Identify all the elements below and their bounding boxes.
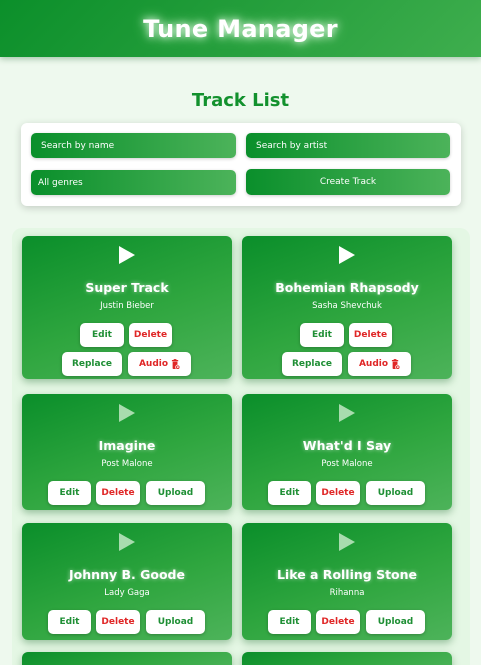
delete-button[interactable]: Delete	[129, 323, 172, 347]
track-artist: Sasha Shevchuk	[312, 301, 382, 311]
play-button[interactable]	[242, 404, 452, 424]
play-button[interactable]	[242, 246, 452, 266]
track-card: Like a Rolling Stone Rihanna Edit Delete…	[242, 523, 452, 640]
track-title: What'd I Say	[302, 438, 392, 453]
audio-delete-button[interactable]: Audio	[128, 352, 191, 376]
play-icon	[119, 404, 135, 422]
replace-button[interactable]: Replace	[282, 352, 342, 376]
track-title: Imagine	[98, 438, 156, 453]
track-card-partial	[22, 652, 232, 665]
play-button[interactable]	[22, 404, 232, 424]
delete-button[interactable]: Delete	[96, 610, 140, 634]
delete-button[interactable]: Delete	[96, 481, 140, 505]
play-icon	[339, 533, 355, 551]
edit-button[interactable]: Edit	[48, 610, 91, 634]
play-icon	[339, 246, 355, 264]
page-title: Track List	[191, 90, 290, 111]
edit-button[interactable]: Edit	[80, 323, 124, 347]
track-title: Super Track	[85, 280, 169, 295]
audio-label: Audio	[358, 359, 389, 369]
track-artist: Lady Gaga	[104, 588, 150, 598]
edit-button[interactable]: Edit	[300, 323, 344, 347]
track-card: What'd I Say Post Malone Edit Delete Upl…	[242, 394, 452, 510]
edit-button[interactable]: Edit	[268, 481, 311, 505]
delete-button[interactable]: Delete	[316, 610, 360, 634]
trash-icon	[171, 358, 181, 370]
track-title: Bohemian Rhapsody	[275, 280, 419, 295]
track-title: Like a Rolling Stone	[276, 567, 418, 582]
audio-label: Audio	[138, 359, 169, 369]
play-button[interactable]	[22, 246, 232, 266]
delete-button[interactable]: Delete	[349, 323, 392, 347]
track-card: Imagine Post Malone Edit Delete Upload	[22, 394, 232, 510]
create-track-button[interactable]: Create Track	[246, 169, 450, 195]
track-card: Bohemian Rhapsody Sasha Shevchuk Edit De…	[242, 236, 452, 379]
genre-select[interactable]: All genres	[31, 170, 236, 195]
track-title: Johnny B. Goode	[69, 567, 185, 582]
search-artist-input[interactable]: Search by artist	[246, 133, 450, 158]
trash-icon	[391, 358, 401, 370]
play-icon	[119, 533, 135, 551]
play-button[interactable]	[22, 533, 232, 553]
track-card: Super Track Justin Bieber Edit Delete Re…	[22, 236, 232, 379]
track-card: Johnny B. Goode Lady Gaga Edit Delete Up…	[22, 523, 232, 640]
delete-button[interactable]: Delete	[316, 481, 360, 505]
upload-button[interactable]: Upload	[146, 481, 205, 505]
filter-panel: Search by name Search by artist All genr…	[21, 123, 461, 206]
audio-delete-button[interactable]: Audio	[348, 352, 411, 376]
app-header: Tune Manager	[0, 0, 481, 57]
play-icon	[119, 246, 135, 264]
app-title: Tune Manager	[143, 14, 338, 43]
play-button[interactable]	[242, 533, 452, 553]
upload-button[interactable]: Upload	[366, 481, 425, 505]
edit-button[interactable]: Edit	[268, 610, 311, 634]
play-icon	[339, 404, 355, 422]
upload-button[interactable]: Upload	[366, 610, 425, 634]
replace-button[interactable]: Replace	[62, 352, 122, 376]
search-name-input[interactable]: Search by name	[31, 133, 236, 158]
track-artist: Rihanna	[329, 588, 365, 598]
track-card-partial	[242, 652, 452, 665]
track-artist: Post Malone	[101, 459, 153, 469]
edit-button[interactable]: Edit	[48, 481, 91, 505]
track-artist: Post Malone	[321, 459, 373, 469]
track-artist: Justin Bieber	[100, 301, 154, 311]
upload-button[interactable]: Upload	[146, 610, 205, 634]
